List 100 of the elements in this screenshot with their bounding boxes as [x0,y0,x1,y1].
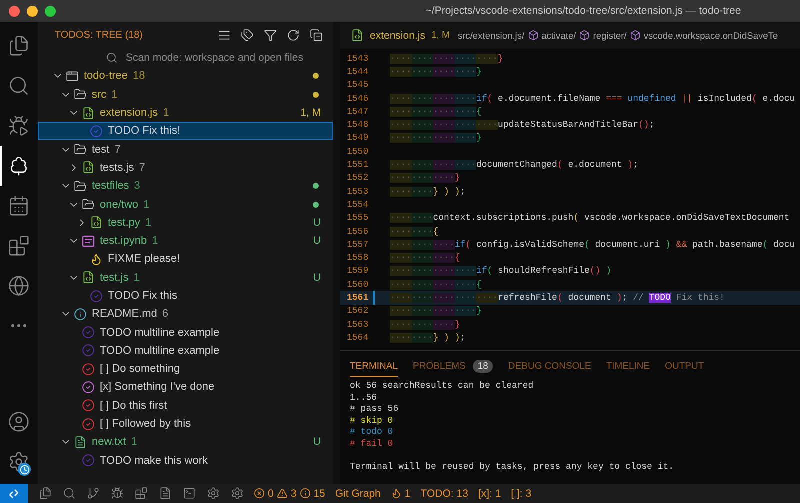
collapse-icon [310,29,323,42]
tree-item[interactable]: test.js 1 U [38,268,333,287]
collapse-button[interactable] [310,29,323,42]
close-window-button[interactable] [9,6,20,16]
line-number: 1558 [346,253,370,264]
line-number: 1553 [346,186,370,197]
item-label: test.ipynb [100,235,148,248]
todo-text: TODO multiline example [100,326,220,339]
tags-button[interactable] [241,29,254,42]
tree-item[interactable]: extension.js 1 1, M [38,104,333,122]
code-file-icon [82,106,95,120]
todo-item[interactable]: TODO make this work [38,452,333,470]
tree-item[interactable]: one/two 1 [38,195,333,214]
todo-item[interactable]: TODO Fix this [38,286,333,306]
check-circle-icon [82,454,95,468]
code-line: ············} [390,320,460,330]
code-line: ················{ [390,280,482,290]
remote-icon [8,488,20,500]
tab-title[interactable]: extension.js [370,30,426,42]
tree-item[interactable]: testfiles 3 [38,177,333,196]
code-line: ········{ [390,226,439,236]
item-label: README.md [92,308,158,320]
tree-item[interactable]: README.md 6 [38,305,333,324]
tree-item[interactable]: test.ipynb 1 U [38,232,333,250]
line-number: 1556 [346,226,370,236]
scan-mode-text: Scan mode: workspace and open files [126,52,304,64]
item-label: tests.js [100,162,134,174]
line-number: 1543 [346,54,370,64]
check-circle-icon [82,380,95,394]
check-circle-icon [82,362,95,376]
todo-item[interactable]: [ ] Do something [38,360,333,378]
todo-text: [ ] Followed by this [100,418,192,430]
breadcrumb[interactable]: register/ [593,30,627,40]
settings-icon [8,451,30,473]
problems-button[interactable]: 0 3 15 [249,484,330,503]
code-file-icon [82,161,95,174]
line-number: 1560 [346,280,370,290]
status-item[interactable]: [ ]: 3 [506,484,537,503]
breadcrumb[interactable]: vscode.workspace.onDidSaveTe [644,30,778,40]
code-file-icon [90,216,103,230]
breadcrumb[interactable]: src/extension.js/ [458,30,525,40]
code-line: ····················updateStatusBarAndTitleBar(); [390,120,655,130]
todo-item[interactable]: [ ] Followed by this [38,414,333,434]
panel-tab[interactable]: PROBLEMS 18 [413,357,494,378]
item-count: 1 [163,107,170,120]
zoom-window-button[interactable] [45,6,56,16]
line-number: 1552 [346,173,370,184]
settings-icon [206,487,220,500]
status-item[interactable]: [x]: 1 [473,484,506,503]
remote-button[interactable] [0,484,28,503]
tree-item[interactable]: src 1 [38,86,333,104]
git-status: U [313,216,321,229]
line-number: 1551 [346,160,370,170]
breadcrumb[interactable]: activate/ [542,30,576,40]
line-number: 1555 [346,213,370,224]
item-count: 1 [152,235,158,248]
tree-item[interactable]: tests.js 7 [38,158,333,178]
item-count: 3 [134,180,140,192]
terminal-line: # todo 0 [350,427,394,439]
status-item[interactable]: TODO: 13 [416,484,474,503]
check-circle-icon [90,124,103,138]
todo-item[interactable]: [ ] Do this first [38,396,333,415]
tree-icon [8,155,30,177]
search-icon [62,487,76,500]
item-count: 1 [134,272,140,284]
todo-item[interactable]: TODO multiline example [38,342,333,360]
todo-item[interactable]: [x] Something I've done [38,378,333,397]
item-label: test.js [100,272,129,284]
todo-text: FIXME please! [108,253,180,266]
todo-text: [ ] Do this first [100,400,168,412]
line-number: 1545 [346,80,370,90]
refresh-button[interactable] [287,29,300,42]
check-circle-icon [82,326,95,340]
check-circle-icon [90,290,103,302]
fixme-count[interactable]: 1 [386,484,416,503]
line-number: 1544 [346,66,370,77]
code-file-icon [351,29,364,42]
todo-item[interactable]: TODO multiline example [38,323,333,342]
filter-icon [264,29,277,42]
error-icon [254,488,265,499]
panel-tab[interactable]: TERMINAL [350,358,398,377]
tree-item[interactable]: todo-tree 18 [38,67,333,86]
tree-item[interactable]: new.txt 1 U [38,433,333,452]
folder-icon [74,143,87,156]
code-line: ················} [390,133,482,144]
filter-button[interactable] [264,29,277,42]
tree-item[interactable]: test 7 [38,140,333,159]
minimize-window-button[interactable] [27,6,38,16]
code-line: ············} [390,173,460,184]
todo-item[interactable]: FIXME please! [38,250,333,269]
todo-item[interactable]: TODO Fix this! [38,122,333,140]
status-item[interactable]: Git Graph [330,484,386,503]
line-number: 1562 [346,306,370,316]
warning-count: 3 [290,488,297,500]
check-circle-icon [82,399,95,412]
tree-item[interactable]: test.py 1 U [38,214,333,232]
list-button[interactable] [218,29,231,42]
git-status: U [313,272,321,284]
git-status: U [313,436,321,448]
files-icon [38,487,52,500]
